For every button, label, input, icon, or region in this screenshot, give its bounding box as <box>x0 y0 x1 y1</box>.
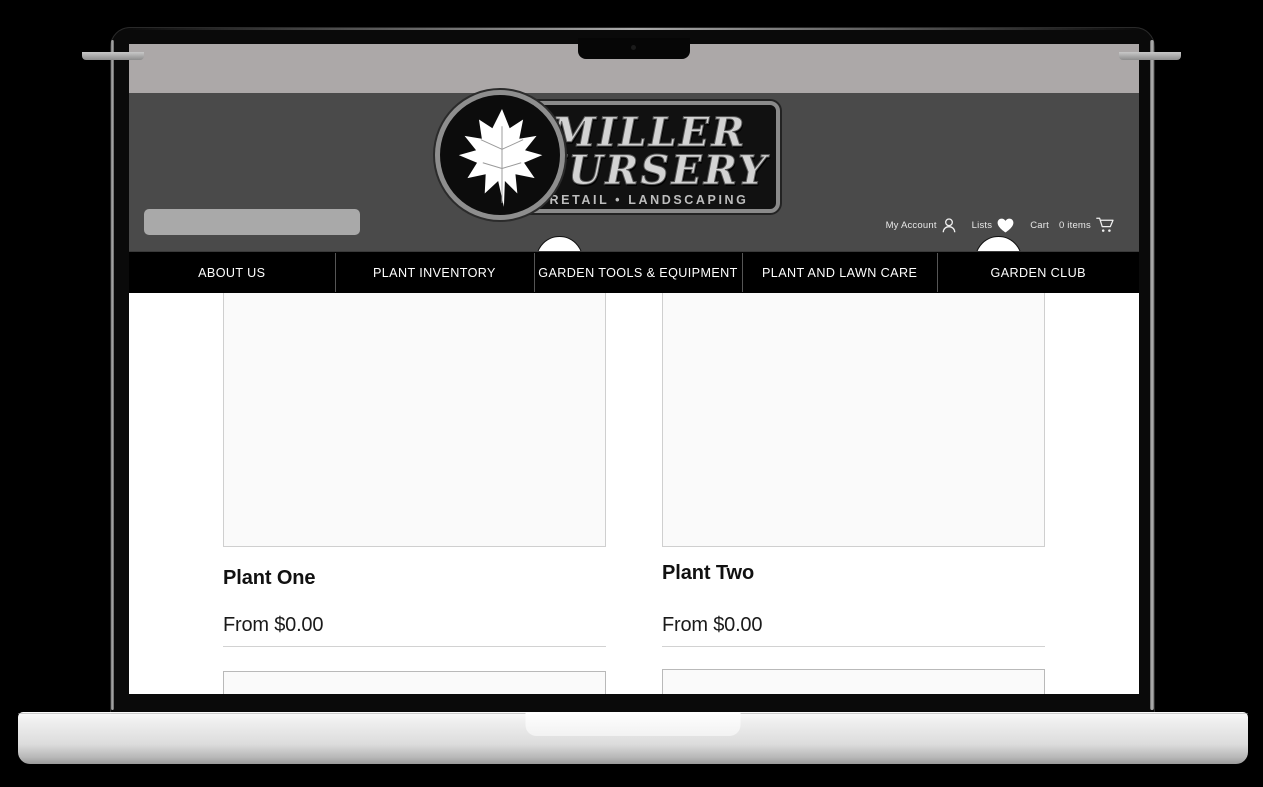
camera-dot-icon <box>631 45 636 50</box>
laptop-notch <box>578 38 690 59</box>
screenshot-stage: MILLER NURSERY RETAIL • LANDSCAPING My A… <box>0 0 1263 787</box>
lid-left-edge <box>111 40 114 710</box>
heart-icon <box>997 218 1014 232</box>
product-grid-region: Plant One From $0.00 Plant Two From $0.0… <box>129 236 1139 694</box>
my-account-link[interactable]: My Account <box>881 217 961 233</box>
nav-item-about-us[interactable]: ABOUT US <box>129 252 335 293</box>
nav-item-plant-and-lawn-care[interactable]: PLANT AND LAWN CARE <box>741 252 938 293</box>
lid-right-edge <box>1150 40 1154 710</box>
account-bar: My Account Lists Cart 0 items <box>881 217 1119 233</box>
product-price: From $0.00 <box>662 614 1045 647</box>
product-card[interactable]: Plant One From $0.00 <box>223 236 606 647</box>
laptop-screen: MILLER NURSERY RETAIL • LANDSCAPING My A… <box>129 44 1139 694</box>
product-image-placeholder[interactable] <box>223 236 606 547</box>
lists-link[interactable]: Lists <box>967 218 1020 233</box>
product-title: Plant Two <box>662 562 755 584</box>
cart-label: Cart <box>1030 219 1049 231</box>
my-account-label: My Account <box>885 219 937 231</box>
nav-item-garden-club[interactable]: GARDEN CLUB <box>937 252 1139 293</box>
product-title: Plant One <box>223 567 316 589</box>
product-image-placeholder[interactable] <box>662 236 1045 547</box>
logo-line-2: NURSERY <box>529 147 769 195</box>
base-center-notch <box>525 712 741 736</box>
laptop-foot-left <box>82 52 144 60</box>
cart-count-label: 0 items <box>1058 219 1091 231</box>
site-header: MILLER NURSERY RETAIL • LANDSCAPING My A… <box>129 93 1139 251</box>
logo-tagline: RETAIL • LANDSCAPING <box>549 193 749 207</box>
nav-item-garden-tools-equipment[interactable]: GARDEN TOOLS & EQUIPMENT <box>534 252 742 293</box>
user-icon <box>942 217 956 232</box>
laptop-foot-right <box>1119 52 1181 60</box>
product-price: From $0.00 <box>223 614 606 647</box>
nav-item-plant-inventory[interactable]: PLANT INVENTORY <box>334 252 535 293</box>
laptop-base <box>18 712 1248 764</box>
lid-top-highlight <box>125 28 1140 30</box>
nav-label: GARDEN CLUB <box>990 265 1086 280</box>
product-card-partial[interactable] <box>223 671 606 694</box>
product-card-partial[interactable] <box>662 669 1045 694</box>
logo-badge <box>440 95 560 215</box>
lists-label: Lists <box>971 219 993 231</box>
product-grid: Plant One From $0.00 Plant Two From $0.0… <box>223 236 1045 647</box>
nav-label: PLANT INVENTORY <box>372 265 496 280</box>
product-card[interactable]: Plant Two From $0.00 <box>662 236 1045 647</box>
product-grid-next-row <box>223 669 1045 694</box>
search-input[interactable] <box>144 209 360 235</box>
logo-line-1: MILLER <box>551 109 747 157</box>
cart-link[interactable]: Cart 0 items <box>1025 217 1119 233</box>
maple-leaf-icon <box>458 109 543 207</box>
nav-label: GARDEN TOOLS & EQUIPMENT <box>538 265 738 280</box>
logo-plate: MILLER NURSERY RETAIL • LANDSCAPING <box>518 101 780 213</box>
main-navigation: ABOUT US PLANT INVENTORY GARDEN TOOLS & … <box>129 251 1139 293</box>
nav-label: ABOUT US <box>198 265 266 280</box>
nav-label: PLANT AND LAWN CARE <box>761 265 918 280</box>
cart-icon <box>1096 217 1114 232</box>
